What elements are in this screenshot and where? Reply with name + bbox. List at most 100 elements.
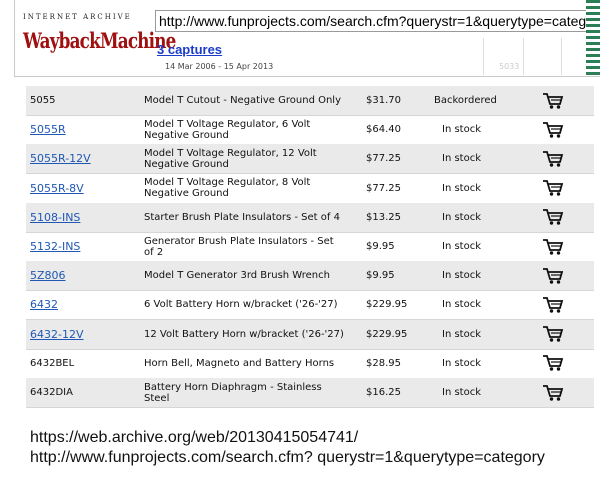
product-row: 6432BEL Horn Bell, Magneto and Battery Ho… bbox=[26, 349, 594, 379]
product-availability: In stock bbox=[430, 378, 520, 407]
product-availability: In stock bbox=[430, 115, 520, 144]
add-to-cart-button[interactable] bbox=[538, 144, 568, 173]
product-sku-cell: 5055R bbox=[30, 115, 140, 144]
product-price: $9.95 bbox=[366, 241, 395, 252]
wayback-machine-logo[interactable]: WaybackMachine bbox=[23, 24, 176, 58]
shopping-cart-icon bbox=[542, 325, 564, 343]
availability-text: Backordered bbox=[434, 95, 497, 106]
product-availability: In stock bbox=[430, 320, 520, 349]
product-description: 12 Volt Battery Horn w/bracket ('26-'27) bbox=[144, 328, 344, 340]
add-to-cart-button[interactable] bbox=[538, 349, 568, 378]
product-row: 5055 Model T Cutout - Negative Ground Onl… bbox=[26, 86, 594, 116]
product-sku-cell: 5132-INS bbox=[30, 232, 140, 261]
product-description: Horn Bell, Magneto and Battery Horns bbox=[144, 357, 335, 369]
product-row: 5055R Model T Voltage Regulator, 6 Volt N… bbox=[26, 115, 594, 146]
shopping-cart-icon bbox=[542, 179, 564, 197]
product-row: 6432DIA Battery Horn Diaphragm - Stainles… bbox=[26, 378, 594, 408]
product-sku-cell: 6432 bbox=[30, 290, 140, 319]
add-to-cart-button[interactable] bbox=[538, 203, 568, 232]
archive-url-caption: https://web.archive.org/web/201304150547… bbox=[30, 429, 545, 466]
add-to-cart-button[interactable] bbox=[538, 232, 568, 261]
product-row: 5132-INS Generator Brush Plate Insulators… bbox=[26, 232, 594, 262]
product-sku-link[interactable]: 6432-12V bbox=[30, 328, 84, 341]
availability-text: In stock bbox=[442, 241, 482, 252]
shopping-cart-icon bbox=[542, 208, 564, 226]
product-availability: In stock bbox=[430, 261, 520, 290]
product-description: Model T Voltage Regulator, 12 Volt Negat… bbox=[144, 147, 317, 170]
shopping-cart-icon bbox=[542, 121, 564, 139]
add-to-cart-button[interactable] bbox=[538, 86, 568, 115]
product-row: 5055R-12V Model T Voltage Regulator, 12 V… bbox=[26, 144, 594, 175]
product-sku-cell: 6432DIA bbox=[30, 378, 140, 407]
product-sku-cell: 6432-12V bbox=[30, 320, 140, 349]
product-sku-link[interactable]: 5Z806 bbox=[30, 269, 66, 282]
product-description: Battery Horn Diaphragm - Stainless Steel bbox=[144, 381, 322, 404]
availability-text: In stock bbox=[442, 211, 482, 223]
capture-date-range: 14 Mar 2006 - 15 Apr 2013 bbox=[165, 62, 274, 71]
product-price: $229.95 bbox=[366, 299, 408, 311]
availability-text: In stock bbox=[442, 153, 482, 165]
availability-text: In stock bbox=[442, 182, 482, 194]
product-price: $64.40 bbox=[366, 124, 401, 136]
availability-text: In stock bbox=[442, 124, 482, 136]
add-to-cart-button[interactable] bbox=[538, 174, 568, 203]
product-price: $9.95 bbox=[366, 270, 395, 282]
availability-text: In stock bbox=[442, 328, 482, 340]
product-price: $28.95 bbox=[366, 357, 401, 369]
product-price: $77.25 bbox=[366, 182, 401, 194]
product-price: $77.25 bbox=[366, 153, 401, 165]
product-description: Model T Voltage Regulator, 8 Volt Negati… bbox=[144, 177, 311, 200]
add-to-cart-button[interactable] bbox=[538, 320, 568, 349]
product-sku-link[interactable]: 5055R-12V bbox=[30, 152, 91, 165]
product-price: $16.25 bbox=[366, 387, 401, 398]
product-sku-link[interactable]: 5055R-8V bbox=[30, 182, 84, 195]
add-to-cart-button[interactable] bbox=[538, 378, 568, 407]
wayback-panel: INTERNET ARCHIVE WaybackMachine http://w… bbox=[14, 0, 600, 77]
page-edge-stripe bbox=[586, 0, 600, 76]
product-sku: 6432BEL bbox=[30, 357, 75, 369]
shopping-cart-icon bbox=[542, 92, 564, 110]
product-sku-cell: 5108-INS bbox=[30, 203, 140, 232]
wayback-url-input[interactable]: http://www.funprojects.com/search.cfm?qu… bbox=[155, 10, 599, 32]
add-to-cart-button[interactable] bbox=[538, 261, 568, 290]
product-availability: In stock bbox=[430, 232, 520, 261]
wayback-toolbar: INTERNET ARCHIVE WaybackMachine http://w… bbox=[0, 0, 600, 77]
product-description: Model T Voltage Regulator, 6 Volt Negati… bbox=[144, 118, 311, 141]
product-sku-link[interactable]: 5055R bbox=[30, 123, 66, 136]
product-sku-link[interactable]: 5132-INS bbox=[30, 240, 80, 253]
shopping-cart-icon bbox=[542, 354, 564, 372]
product-row: 6432-12V 12 Volt Battery Horn w/bracket (… bbox=[26, 319, 594, 350]
shopping-cart-icon bbox=[542, 296, 564, 314]
shopping-cart-icon bbox=[542, 150, 564, 168]
product-availability: In stock bbox=[430, 174, 520, 203]
captures-link[interactable]: 3 captures bbox=[157, 42, 222, 57]
product-sku-link[interactable]: 6432 bbox=[30, 298, 58, 311]
product-description: Generator Brush Plate Insulators - Set o… bbox=[144, 235, 334, 258]
product-availability: In stock bbox=[430, 349, 520, 378]
product-availability: In stock bbox=[430, 290, 520, 319]
product-row: 5108-INS Starter Brush Plate Insulators -… bbox=[26, 202, 594, 233]
product-row: 6432 6 Volt Battery Horn w/bracket ('26-'… bbox=[26, 290, 594, 321]
add-to-cart-button[interactable] bbox=[538, 290, 568, 319]
product-description: Starter Brush Plate Insulators - Set of … bbox=[144, 211, 340, 223]
product-availability: In stock bbox=[430, 144, 520, 173]
product-description: 6 Volt Battery Horn w/bracket ('26-'27) bbox=[144, 299, 338, 311]
product-availability: In stock bbox=[430, 203, 520, 232]
availability-text: In stock bbox=[442, 270, 482, 282]
product-sku-cell: 5055R-12V bbox=[30, 144, 140, 173]
capture-timeline[interactable]: 5033 bbox=[483, 38, 600, 75]
add-to-cart-button[interactable] bbox=[538, 115, 568, 144]
product-description: Model T Generator 3rd Brush Wrench bbox=[144, 270, 330, 282]
shopping-cart-icon bbox=[542, 238, 564, 256]
product-sku-cell: 5055 bbox=[30, 86, 140, 115]
product-sku-cell: 5055R-8V bbox=[30, 174, 140, 203]
product-sku-link[interactable]: 5108-INS bbox=[30, 211, 80, 224]
product-row: 5Z806 Model T Generator 3rd Brush Wrench $… bbox=[26, 261, 594, 292]
product-row: 5055R-8V Model T Voltage Regulator, 8 Vol… bbox=[26, 174, 594, 204]
product-sku-cell: 5Z806 bbox=[30, 261, 140, 290]
product-price: $31.70 bbox=[366, 95, 401, 106]
availability-text: In stock bbox=[442, 299, 482, 311]
product-sku-cell: 6432BEL bbox=[30, 349, 140, 378]
product-sku: 6432DIA bbox=[30, 387, 73, 398]
product-description: Model T Cutout - Negative Ground Only bbox=[144, 95, 341, 106]
